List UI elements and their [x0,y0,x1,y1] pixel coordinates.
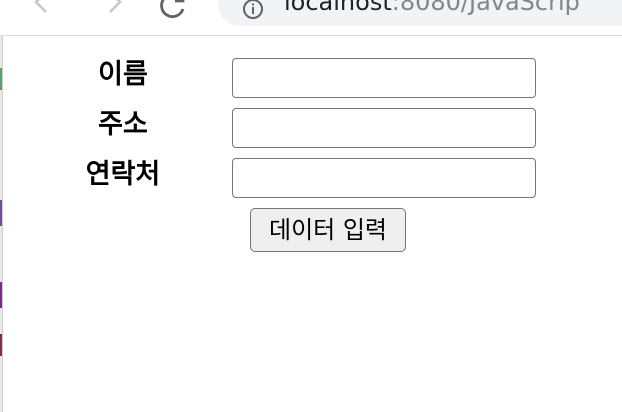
address-input-cell [184,104,536,154]
submit-data-button[interactable]: 데이터 입력 [250,208,406,252]
arrow-right-icon[interactable] [100,0,128,18]
arrow-left-icon[interactable] [28,0,56,18]
contact-label: 연락처 [85,159,161,190]
form-row-address: 주소 [62,104,536,154]
info-icon[interactable] [242,0,263,19]
name-label-cell: 이름 [62,54,184,104]
name-input[interactable] [232,58,536,98]
browser-toolbar: localhost:8080/JavaScrip [0,0,622,36]
contact-input-cell [184,154,536,204]
address-label: 주소 [98,109,148,140]
data-entry-form: 이름 주소 연락처 [62,54,536,204]
url-text[interactable]: localhost:8080/JavaScrip [284,0,580,16]
form-row-name: 이름 [62,54,536,104]
left-editor-sliver [0,0,3,412]
url-path: :8080/JavaScrip [391,0,580,16]
sliver-mark [0,334,2,356]
sliver-mark [0,68,2,90]
name-input-cell [184,54,536,104]
reload-icon[interactable] [158,0,186,18]
page: localhost:8080/JavaScrip 이름 주소 연락처 데이터 입… [0,0,622,412]
sliver-mark [0,200,2,226]
url-host: localhost [284,0,392,16]
sliver-mark [0,282,2,308]
form-row-contact: 연락처 [62,154,536,204]
address-bar[interactable]: localhost:8080/JavaScrip [218,0,622,26]
address-label-cell: 주소 [62,104,184,154]
name-label: 이름 [98,59,148,90]
address-input[interactable] [232,108,536,148]
contact-input[interactable] [232,158,536,198]
contact-label-cell: 연락처 [62,154,184,204]
